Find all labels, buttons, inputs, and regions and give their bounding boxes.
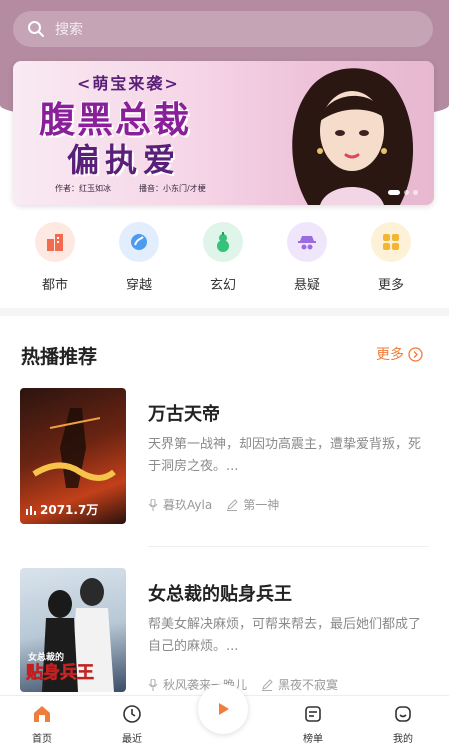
category-city[interactable]: 都市 <box>25 222 85 293</box>
banner-illustration <box>292 68 414 205</box>
pen-icon <box>227 498 238 511</box>
play-button[interactable] <box>198 684 248 734</box>
category-label: 玄幻 <box>209 278 236 293</box>
play-count: 2071.7万 <box>26 501 98 518</box>
svg-text:贴身兵王: 贴身兵王 <box>26 662 94 683</box>
category-label: 都市 <box>41 278 68 293</box>
svg-text:女总裁的: 女总裁的 <box>28 651 64 663</box>
banner-title-line2: 偏执爱 <box>67 141 182 179</box>
microphone-icon <box>148 678 158 691</box>
book-cover-art: 女总裁的 贴身兵王 <box>26 578 114 692</box>
book-title: 女总裁的贴身兵王 <box>148 584 292 605</box>
book-anchor: 暮玖Ayla <box>163 498 213 512</box>
more-grid-icon <box>371 222 411 262</box>
tab-mine[interactable]: 我的 <box>378 704 428 743</box>
book-desc: 天界第一战神，却因功高震主，遭挚爱背叛，死于洞房之夜。... <box>148 437 422 474</box>
book-cover: 2071.7万 <box>20 388 126 524</box>
banner-pagination <box>388 190 418 195</box>
category-fantasy[interactable]: 玄幻 <box>193 222 253 293</box>
city-icon <box>35 222 75 262</box>
play-count-value: 2071.7万 <box>40 503 99 517</box>
section-more-link[interactable]: 更多 <box>376 344 423 364</box>
detective-icon <box>287 222 327 262</box>
clock-icon <box>123 705 141 723</box>
search-placeholder: 搜索 <box>55 22 83 38</box>
category-label: 更多 <box>377 278 404 293</box>
category-label: 悬疑 <box>293 278 320 293</box>
tab-recent[interactable]: 最近 <box>107 704 157 743</box>
tab-label: 榜单 <box>303 734 323 743</box>
tab-label: 最近 <box>122 734 142 743</box>
list-icon <box>305 706 321 722</box>
chevron-right-circle-icon <box>408 346 423 362</box>
play-icon <box>219 703 229 715</box>
banner-dot <box>404 190 409 195</box>
book-meta: 秋风袭来一晚儿 黑夜不寂寞 <box>148 676 338 693</box>
tab-home[interactable]: 首页 <box>17 704 67 743</box>
banner-author: 作者：红玉如冰 <box>55 184 111 193</box>
category-row: 都市 穿越 玄幻 悬疑 更多 <box>0 222 449 293</box>
book-author: 第一神 <box>243 498 280 512</box>
book-author: 黑夜不寂寞 <box>278 678 339 692</box>
fantasy-gourd-icon <box>203 222 243 262</box>
promo-banner[interactable]: <萌宝来袭> 腹黑总裁 偏执爱 作者：红玉如冰 播音：小东门/才梗 <box>13 61 434 205</box>
banner-dot <box>413 190 418 195</box>
book-meta: 暮玖Ayla 第一神 <box>148 496 279 513</box>
tab-label: 我的 <box>393 734 413 743</box>
book-desc: 帮美女解决麻烦，可帮来帮去，最后她们都成了自己的麻烦。... <box>148 617 422 654</box>
bar-chart-icon <box>26 505 36 515</box>
section-divider <box>0 308 449 316</box>
home-icon <box>34 706 50 722</box>
microphone-icon <box>148 498 158 511</box>
category-more[interactable]: 更多 <box>361 222 421 293</box>
list-divider <box>148 546 429 547</box>
tab-ranking[interactable]: 榜单 <box>288 704 338 743</box>
time-travel-icon <box>119 222 159 262</box>
section-title: 热播推荐 <box>21 346 98 368</box>
category-suspense[interactable]: 悬疑 <box>277 222 337 293</box>
tab-label: 首页 <box>32 734 52 743</box>
book-title: 万古天帝 <box>148 404 220 425</box>
smile-face-icon <box>395 706 411 722</box>
category-label: 穿越 <box>125 278 152 293</box>
search-bar[interactable]: 搜索 <box>13 11 433 47</box>
category-time-travel[interactable]: 穿越 <box>109 222 169 293</box>
pen-icon <box>262 678 273 691</box>
search-icon <box>28 21 44 37</box>
more-label: 更多 <box>376 347 404 363</box>
banner-anchor: 播音：小东门/才梗 <box>139 184 206 193</box>
book-cover: 女总裁的 贴身兵王 <box>20 568 126 692</box>
banner-dot-active <box>388 190 400 195</box>
